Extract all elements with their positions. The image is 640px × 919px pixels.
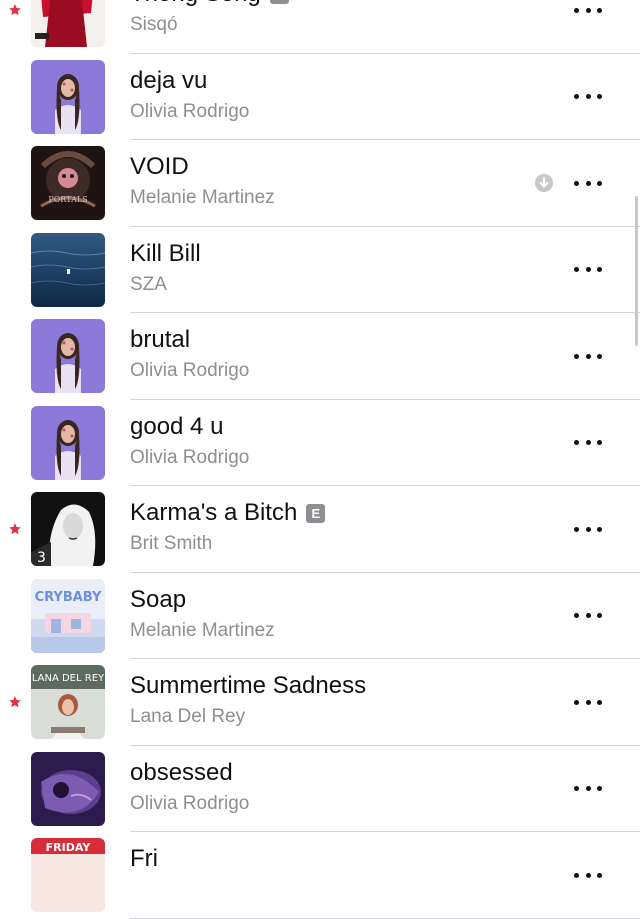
song-list: Thong Song E Sisqó deja vu Olivia Rodrigo POR… xyxy=(0,0,640,919)
svg-text:PORTALS: PORTALS xyxy=(48,195,87,204)
ellipsis-icon[interactable] xyxy=(574,779,602,799)
album-art: FRIDAY xyxy=(31,838,105,912)
song-title: Soap xyxy=(130,585,187,613)
ellipsis-icon[interactable] xyxy=(574,346,602,366)
song-title: Karma's a Bitch xyxy=(130,499,298,526)
star-icon xyxy=(8,695,22,709)
song-title-line: Thong Song E xyxy=(130,0,289,9)
album-art: LANA DEL REY xyxy=(31,665,105,739)
ellipsis-icon[interactable] xyxy=(574,433,602,453)
song-row[interactable]: obsessed Olivia Rodrigo xyxy=(0,746,640,832)
song-row[interactable]: brutal Olivia Rodrigo xyxy=(0,313,640,400)
ellipsis-icon[interactable] xyxy=(574,260,602,280)
row-divider xyxy=(130,917,640,919)
song-row[interactable]: good 4 u Olivia Rodrigo xyxy=(0,400,640,486)
star-icon xyxy=(8,3,22,17)
song-title: deja vu xyxy=(130,66,208,94)
ellipsis-icon[interactable] xyxy=(574,173,602,193)
album-art xyxy=(31,319,105,393)
song-title: Thong Song xyxy=(130,0,261,9)
scrollbar[interactable] xyxy=(635,196,638,346)
song-title-line: Fri xyxy=(130,844,158,874)
song-title: Fri xyxy=(130,845,158,872)
album-art: PORTALS xyxy=(31,146,105,220)
song-row[interactable]: Kill Bill SZA xyxy=(0,227,640,313)
song-title-line: deja vu xyxy=(130,66,207,96)
album-art xyxy=(31,405,105,480)
svg-text:CRYBABY: CRYBABY xyxy=(35,590,102,605)
ellipsis-icon[interactable] xyxy=(574,865,602,885)
song-title-line: Kill Bill xyxy=(130,239,201,269)
song-title: good 4 u xyxy=(130,412,224,440)
song-artist: Brit Smith xyxy=(130,533,213,554)
song-title-line: obsessed xyxy=(130,758,233,788)
song-artist: Olivia Rodrigo xyxy=(130,360,250,381)
album-art: 3 xyxy=(31,492,105,566)
svg-text:LANA DEL REY: LANA DEL REY xyxy=(32,673,105,684)
song-row[interactable]: PORTALS VOID Melanie Martinez xyxy=(0,140,640,227)
album-art xyxy=(31,59,105,134)
ellipsis-icon[interactable] xyxy=(574,606,602,626)
song-row[interactable]: FRIDAY Fri xyxy=(0,832,640,919)
song-title-line: Soap xyxy=(130,585,186,615)
explicit-badge: E xyxy=(306,503,326,523)
song-artist: Melanie Martinez xyxy=(130,619,275,641)
song-artist: Olivia Rodrigo xyxy=(130,446,250,468)
song-title: brutal xyxy=(130,326,191,353)
svg-text:FRIDAY: FRIDAY xyxy=(46,841,92,854)
ellipsis-icon[interactable] xyxy=(574,519,602,539)
album-art xyxy=(31,751,105,826)
song-title: VOID xyxy=(130,153,189,180)
song-row[interactable]: 3 Karma's a Bitch E Brit Smith xyxy=(0,486,640,573)
song-title: Summertime Sadness xyxy=(130,672,367,699)
song-title-line: good 4 u xyxy=(130,412,223,442)
downloaded-icon xyxy=(534,173,554,193)
song-title: obsessed xyxy=(130,758,233,786)
song-artist: Olivia Rodrigo xyxy=(130,792,250,814)
song-artist: SZA xyxy=(130,273,167,295)
song-artist: Olivia Rodrigo xyxy=(130,100,250,122)
song-row[interactable]: deja vu Olivia Rodrigo xyxy=(0,54,640,140)
song-row[interactable]: LANA DEL REY Summertime Sadness Lana Del R… xyxy=(0,659,640,746)
song-title-line: VOID xyxy=(130,152,189,182)
song-title-line: Karma's a Bitch E xyxy=(130,498,326,528)
album-art xyxy=(31,0,105,47)
ellipsis-icon[interactable] xyxy=(574,0,602,20)
explicit-badge: E xyxy=(269,0,289,4)
song-row[interactable]: Thong Song E Sisqó xyxy=(0,0,640,54)
song-title-line: brutal xyxy=(130,325,190,355)
ellipsis-icon[interactable] xyxy=(574,87,602,107)
song-title-line: Summertime Sadness xyxy=(130,671,366,701)
ellipsis-icon[interactable] xyxy=(574,692,602,712)
song-title: Kill Bill xyxy=(130,239,201,267)
song-artist: Sisqó xyxy=(130,14,178,35)
song-artist: Lana Del Rey xyxy=(130,706,246,727)
album-art xyxy=(31,232,105,307)
song-artist: Melanie Martinez xyxy=(130,187,275,208)
song-row[interactable]: CRYBABY Soap Melanie Martinez xyxy=(0,573,640,659)
album-art: CRYBABY xyxy=(31,578,105,653)
star-icon xyxy=(8,522,22,536)
svg-text:3: 3 xyxy=(37,550,46,566)
